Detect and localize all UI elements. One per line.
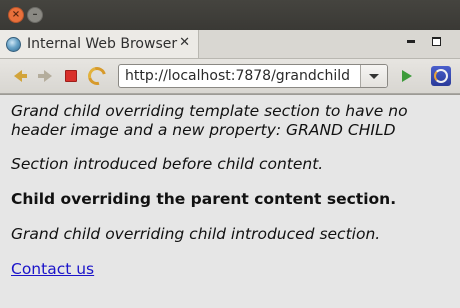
globe-icon	[6, 36, 21, 52]
url-history-dropdown-button[interactable]	[360, 65, 387, 87]
window-titlebar: × –	[0, 0, 460, 30]
stop-button[interactable]	[62, 67, 80, 85]
contact-us-link[interactable]: Contact us	[11, 260, 94, 278]
refresh-icon	[84, 63, 110, 89]
window-minimize-button[interactable]: –	[27, 7, 43, 23]
paragraph-child-overriding-parent: Child overriding the parent content sect…	[11, 190, 397, 208]
tab-bar: Internal Web Browser ✕	[0, 30, 460, 59]
tab-internal-web-browser[interactable]: Internal Web Browser ✕	[0, 30, 199, 58]
go-icon	[402, 70, 412, 82]
paragraph-section-before-child: Section introduced before child content.	[11, 155, 324, 173]
eclipse-icon	[434, 69, 448, 83]
view-maximize-button[interactable]	[432, 37, 441, 46]
browser-toolbar: http://localhost:7878/grandchild	[0, 59, 460, 94]
forward-arrow-icon	[38, 70, 52, 82]
back-button[interactable]	[9, 67, 27, 85]
paragraph-grand-child-template: Grand child overriding template section …	[11, 102, 408, 139]
chevron-down-icon	[369, 73, 379, 79]
window-close-button[interactable]: ×	[8, 7, 24, 23]
eclipse-button[interactable]	[431, 66, 451, 86]
url-bar[interactable]: http://localhost:7878/grandchild	[118, 64, 388, 88]
refresh-button[interactable]	[84, 63, 110, 89]
url-text[interactable]: http://localhost:7878/grandchild	[125, 68, 350, 84]
contact-paragraph: Contact us	[11, 260, 451, 279]
paragraph-grand-child-overriding-child: Grand child overriding child introduced …	[11, 225, 381, 243]
tab-title: Internal Web Browser	[27, 36, 178, 52]
view-minimize-button[interactable]	[407, 40, 415, 43]
go-button[interactable]	[398, 67, 416, 85]
back-arrow-icon	[14, 70, 27, 82]
page-content: Grand child overriding template section …	[0, 94, 460, 308]
stop-icon	[65, 70, 77, 82]
tab-close-button[interactable]: ✕	[179, 35, 190, 50]
forward-button[interactable]	[36, 67, 54, 85]
